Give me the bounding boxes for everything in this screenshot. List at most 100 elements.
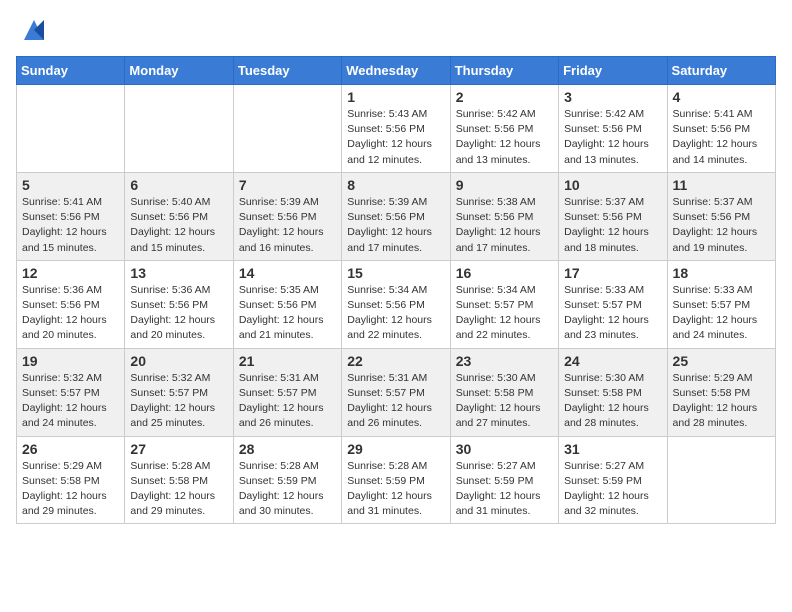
day-number: 28 (239, 441, 336, 457)
calendar-day-cell: 18 Sunrise: 5:33 AM Sunset: 5:57 PM Dayli… (667, 260, 775, 348)
calendar-day-cell: 13 Sunrise: 5:36 AM Sunset: 5:56 PM Dayli… (125, 260, 233, 348)
day-info: Sunrise: 5:42 AM Sunset: 5:56 PM Dayligh… (564, 107, 661, 168)
day-info: Sunrise: 5:36 AM Sunset: 5:56 PM Dayligh… (130, 283, 227, 344)
calendar-day-cell: 10Sunrise: 5:37 AM Sunset: 5:56 PM Dayli… (559, 172, 667, 260)
calendar-day-cell: 2Sunrise: 5:42 AM Sunset: 5:56 PM Daylig… (450, 85, 558, 173)
calendar-day-cell: 17 Sunrise: 5:33 AM Sunset: 5:57 PM Dayli… (559, 260, 667, 348)
day-info: Sunrise: 5:28 AM Sunset: 5:59 PM Dayligh… (347, 459, 444, 520)
day-number: 12 (22, 265, 119, 281)
calendar-week-row: 5 Sunrise: 5:41 AM Sunset: 5:56 PM Daylig… (17, 172, 776, 260)
calendar-day-cell: 22 Sunrise: 5:31 AM Sunset: 5:57 PM Dayli… (342, 348, 450, 436)
day-number: 30 (456, 441, 553, 457)
day-info: Sunrise: 5:29 AM Sunset: 5:58 PM Dayligh… (22, 459, 119, 520)
day-info: Sunrise: 5:41 AM Sunset: 5:56 PM Dayligh… (22, 195, 119, 256)
calendar-day-cell: 6Sunrise: 5:40 AM Sunset: 5:56 PM Daylig… (125, 172, 233, 260)
day-info: Sunrise: 5:34 AM Sunset: 5:56 PM Dayligh… (347, 283, 444, 344)
day-number: 13 (130, 265, 227, 281)
day-info: Sunrise: 5:43 AM Sunset: 5:56 PM Dayligh… (347, 107, 444, 168)
day-info: Sunrise: 5:39 AM Sunset: 5:56 PM Dayligh… (239, 195, 336, 256)
day-number: 1 (347, 89, 444, 105)
calendar-day-cell: 1 Sunrise: 5:43 AM Sunset: 5:56 PM Daylig… (342, 85, 450, 173)
calendar-day-cell: 26 Sunrise: 5:29 AM Sunset: 5:58 PM Dayli… (17, 436, 125, 524)
day-number: 31 (564, 441, 661, 457)
calendar-day-cell: 25 Sunrise: 5:29 AM Sunset: 5:58 PM Dayli… (667, 348, 775, 436)
calendar-day-cell: 12 Sunrise: 5:36 AM Sunset: 5:56 PM Dayli… (17, 260, 125, 348)
day-info: Sunrise: 5:28 AM Sunset: 5:58 PM Dayligh… (130, 459, 227, 520)
day-number: 4 (673, 89, 770, 105)
calendar-day-cell: 8Sunrise: 5:39 AM Sunset: 5:56 PM Daylig… (342, 172, 450, 260)
day-info: Sunrise: 5:39 AM Sunset: 5:56 PM Dayligh… (347, 195, 444, 256)
day-number: 22 (347, 353, 444, 369)
day-info: Sunrise: 5:32 AM Sunset: 5:57 PM Dayligh… (22, 371, 119, 432)
calendar-day-cell: 14Sunrise: 5:35 AM Sunset: 5:56 PM Dayli… (233, 260, 341, 348)
weekday-header-tuesday: Tuesday (233, 57, 341, 85)
calendar-table: SundayMondayTuesdayWednesdayThursdayFrid… (16, 56, 776, 524)
day-number: 11 (673, 177, 770, 193)
day-info: Sunrise: 5:31 AM Sunset: 5:57 PM Dayligh… (239, 371, 336, 432)
weekday-header-wednesday: Wednesday (342, 57, 450, 85)
calendar-header-row: SundayMondayTuesdayWednesdayThursdayFrid… (17, 57, 776, 85)
day-number: 25 (673, 353, 770, 369)
day-info: Sunrise: 5:40 AM Sunset: 5:56 PM Dayligh… (130, 195, 227, 256)
day-info: Sunrise: 5:30 AM Sunset: 5:58 PM Dayligh… (456, 371, 553, 432)
calendar-day-cell: 5 Sunrise: 5:41 AM Sunset: 5:56 PM Daylig… (17, 172, 125, 260)
page-header (16, 16, 776, 44)
calendar-day-cell: 30 Sunrise: 5:27 AM Sunset: 5:59 PM Dayli… (450, 436, 558, 524)
day-number: 18 (673, 265, 770, 281)
calendar-day-cell: 15 Sunrise: 5:34 AM Sunset: 5:56 PM Dayli… (342, 260, 450, 348)
day-info: Sunrise: 5:34 AM Sunset: 5:57 PM Dayligh… (456, 283, 553, 344)
calendar-day-cell: 4 Sunrise: 5:41 AM Sunset: 5:56 PM Daylig… (667, 85, 775, 173)
calendar-day-cell: 20 Sunrise: 5:32 AM Sunset: 5:57 PM Dayli… (125, 348, 233, 436)
weekday-header-sunday: Sunday (17, 57, 125, 85)
calendar-day-cell: 9Sunrise: 5:38 AM Sunset: 5:56 PM Daylig… (450, 172, 558, 260)
logo (16, 16, 48, 44)
day-number: 3 (564, 89, 661, 105)
day-info: Sunrise: 5:29 AM Sunset: 5:58 PM Dayligh… (673, 371, 770, 432)
day-info: Sunrise: 5:27 AM Sunset: 5:59 PM Dayligh… (456, 459, 553, 520)
day-info: Sunrise: 5:41 AM Sunset: 5:56 PM Dayligh… (673, 107, 770, 168)
day-number: 16 (456, 265, 553, 281)
weekday-header-thursday: Thursday (450, 57, 558, 85)
day-number: 26 (22, 441, 119, 457)
day-info: Sunrise: 5:33 AM Sunset: 5:57 PM Dayligh… (673, 283, 770, 344)
day-info: Sunrise: 5:42 AM Sunset: 5:56 PM Dayligh… (456, 107, 553, 168)
day-number: 17 (564, 265, 661, 281)
calendar-day-cell: 29 Sunrise: 5:28 AM Sunset: 5:59 PM Dayli… (342, 436, 450, 524)
weekday-header-monday: Monday (125, 57, 233, 85)
calendar-day-cell: 11 Sunrise: 5:37 AM Sunset: 5:56 PM Dayli… (667, 172, 775, 260)
calendar-week-row: 1 Sunrise: 5:43 AM Sunset: 5:56 PM Daylig… (17, 85, 776, 173)
day-number: 14 (239, 265, 336, 281)
calendar-day-cell: 28 Sunrise: 5:28 AM Sunset: 5:59 PM Dayli… (233, 436, 341, 524)
calendar-week-row: 12 Sunrise: 5:36 AM Sunset: 5:56 PM Dayli… (17, 260, 776, 348)
day-number: 20 (130, 353, 227, 369)
calendar-empty-cell (17, 85, 125, 173)
day-number: 21 (239, 353, 336, 369)
calendar-day-cell: 21 Sunrise: 5:31 AM Sunset: 5:57 PM Dayli… (233, 348, 341, 436)
day-info: Sunrise: 5:33 AM Sunset: 5:57 PM Dayligh… (564, 283, 661, 344)
day-info: Sunrise: 5:32 AM Sunset: 5:57 PM Dayligh… (130, 371, 227, 432)
calendar-week-row: 26 Sunrise: 5:29 AM Sunset: 5:58 PM Dayli… (17, 436, 776, 524)
calendar-week-row: 19 Sunrise: 5:32 AM Sunset: 5:57 PM Dayli… (17, 348, 776, 436)
day-info: Sunrise: 5:27 AM Sunset: 5:59 PM Dayligh… (564, 459, 661, 520)
calendar-body: 1 Sunrise: 5:43 AM Sunset: 5:56 PM Daylig… (17, 85, 776, 524)
day-number: 15 (347, 265, 444, 281)
day-number: 23 (456, 353, 553, 369)
weekday-header-saturday: Saturday (667, 57, 775, 85)
calendar-day-cell: 3 Sunrise: 5:42 AM Sunset: 5:56 PM Daylig… (559, 85, 667, 173)
day-info: Sunrise: 5:31 AM Sunset: 5:57 PM Dayligh… (347, 371, 444, 432)
day-info: Sunrise: 5:37 AM Sunset: 5:56 PM Dayligh… (673, 195, 770, 256)
day-number: 10 (564, 177, 661, 193)
day-number: 29 (347, 441, 444, 457)
day-info: Sunrise: 5:30 AM Sunset: 5:58 PM Dayligh… (564, 371, 661, 432)
calendar-day-cell: 16 Sunrise: 5:34 AM Sunset: 5:57 PM Dayli… (450, 260, 558, 348)
day-info: Sunrise: 5:36 AM Sunset: 5:56 PM Dayligh… (22, 283, 119, 344)
day-number: 24 (564, 353, 661, 369)
calendar-day-cell: 19 Sunrise: 5:32 AM Sunset: 5:57 PM Dayli… (17, 348, 125, 436)
day-info: Sunrise: 5:28 AM Sunset: 5:59 PM Dayligh… (239, 459, 336, 520)
calendar-day-cell: 23 Sunrise: 5:30 AM Sunset: 5:58 PM Dayli… (450, 348, 558, 436)
day-number: 5 (22, 177, 119, 193)
day-number: 7 (239, 177, 336, 193)
calendar-empty-cell (667, 436, 775, 524)
day-number: 19 (22, 353, 119, 369)
calendar-empty-cell (125, 85, 233, 173)
